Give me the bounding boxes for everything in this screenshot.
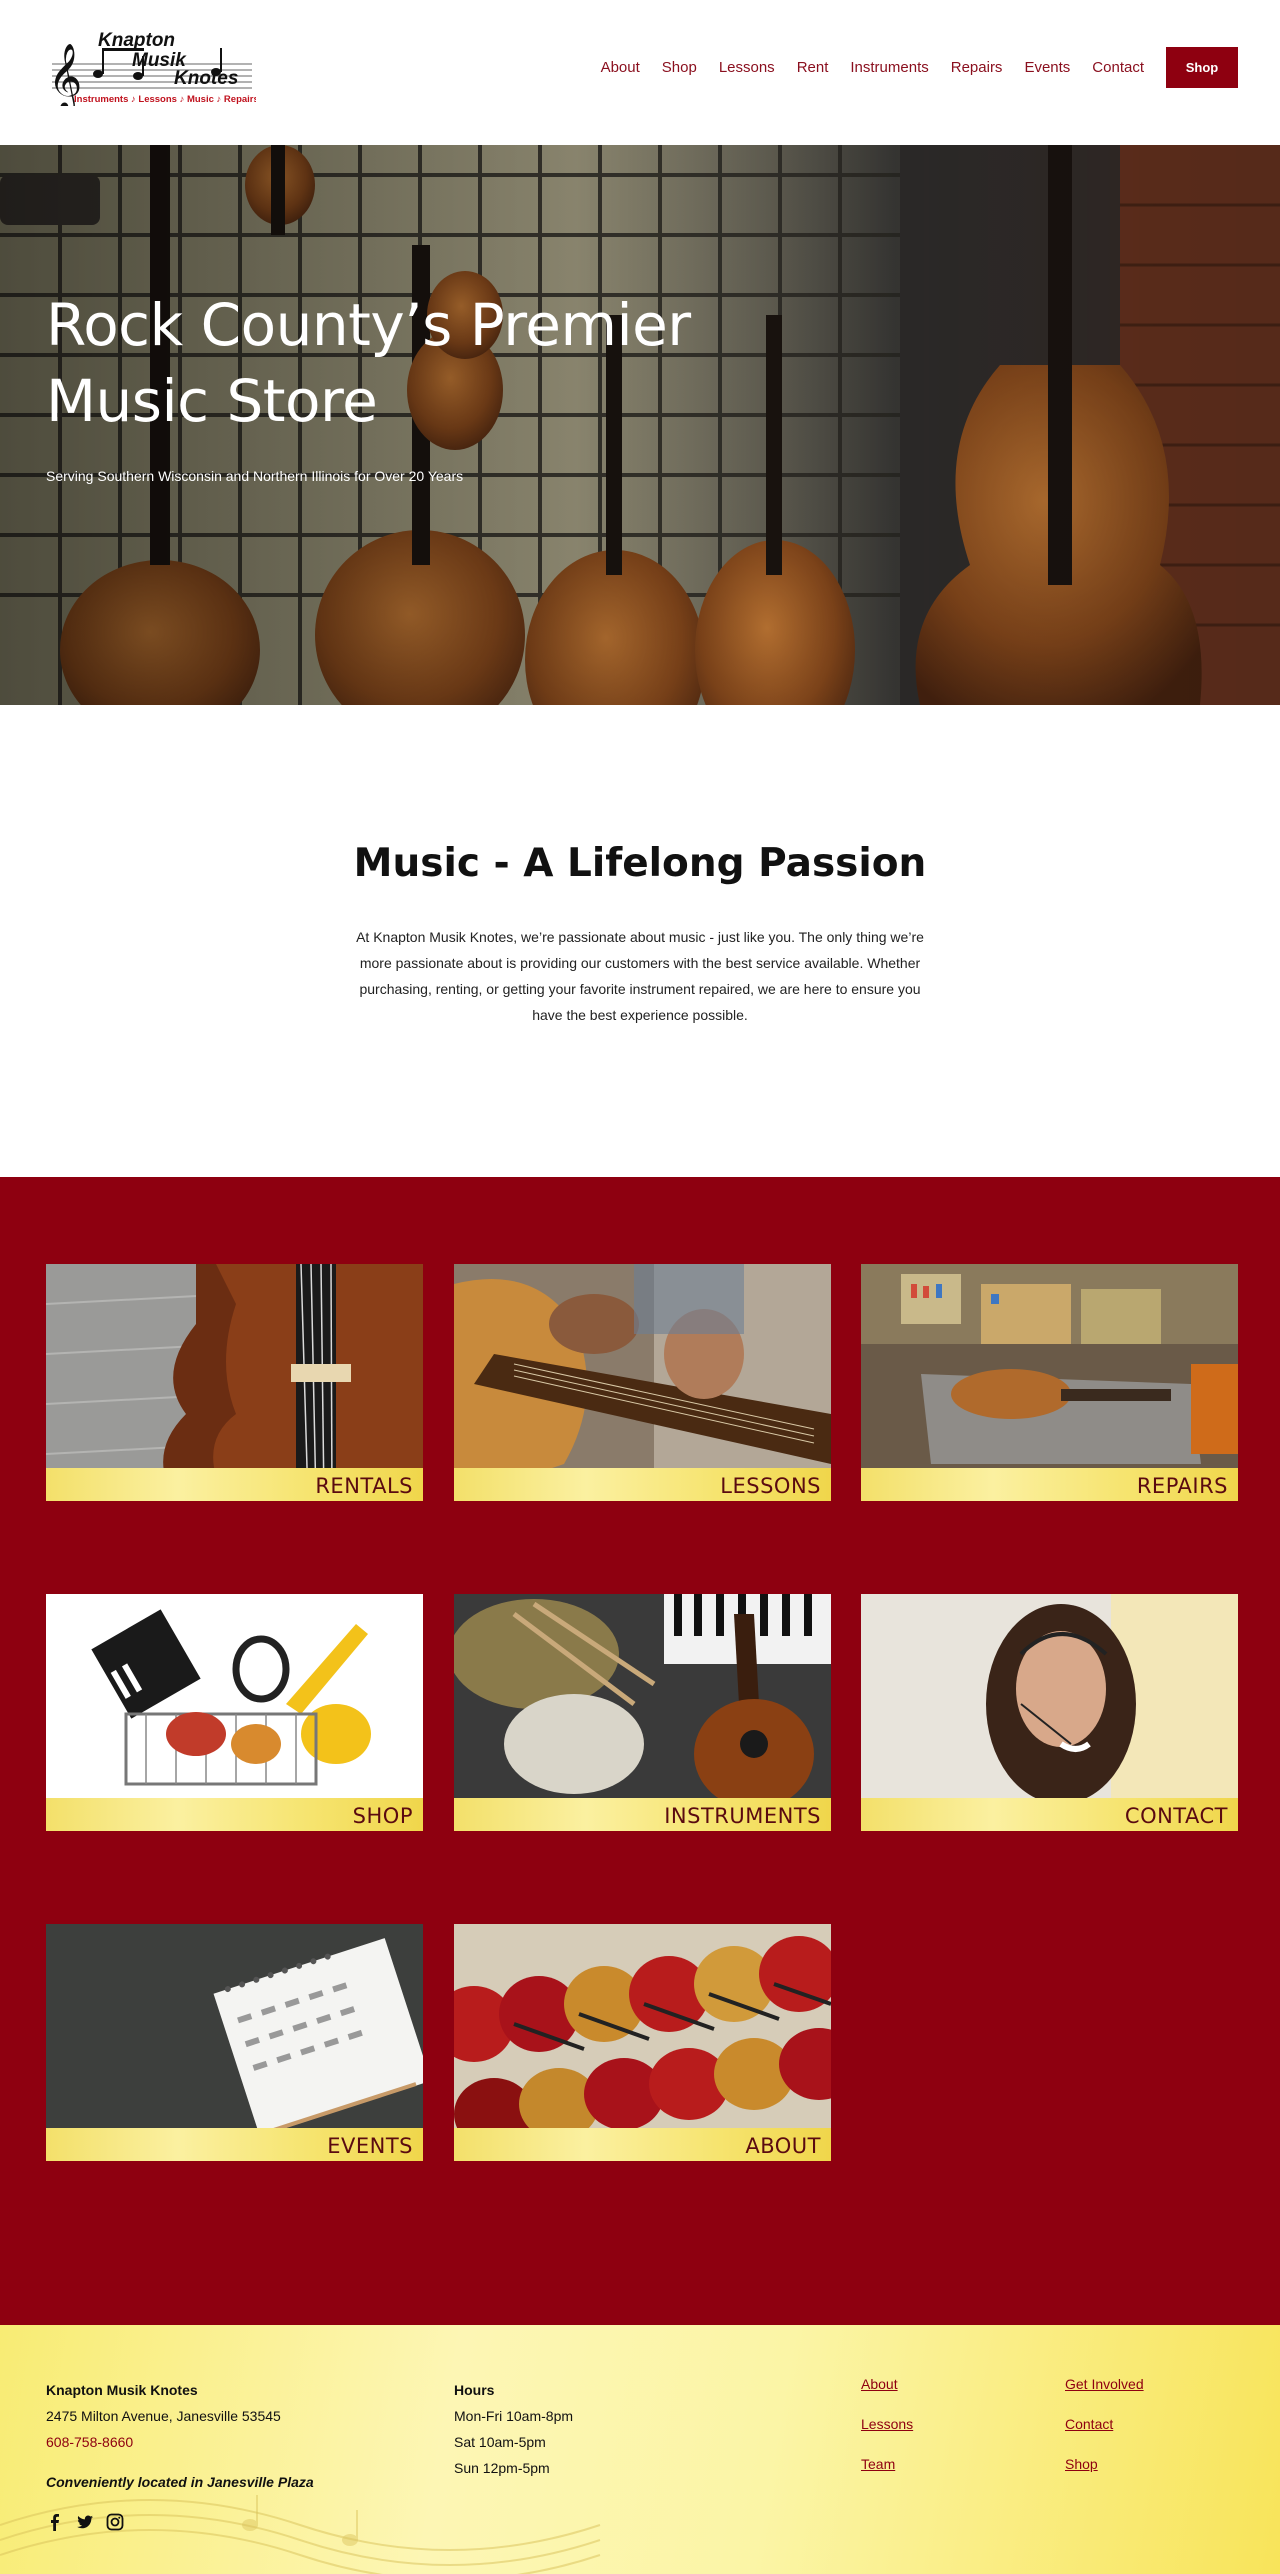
footer-address: 2475 Milton Avenue, Janesville 53545 [46,2408,281,2424]
twitter-icon[interactable] [76,2513,94,2531]
tile-label-lessons: LESSONS [720,1474,821,1498]
tile-events[interactable]: EVENTS [46,1924,423,2161]
footer-link-lessons[interactable]: Lessons [861,2411,913,2437]
svg-text:Knotes: Knotes [174,68,238,89]
social-links [46,2513,124,2531]
footer-hours: Hours Mon-Fri 10am-8pm Sat 10am-5pm Sun … [454,2377,573,2481]
hero-subtitle: Serving Southern Wisconsin and Northern … [46,468,464,484]
tile-label-about: ABOUT [745,2134,821,2158]
footer-hours-saturday: Sat 10am-5pm [454,2434,546,2450]
svg-text:Instruments ♪ Lessons ♪ Music: Instruments ♪ Lessons ♪ Music ♪ Repairs [74,94,256,105]
nav-instruments[interactable]: Instruments [850,59,928,76]
footer-links-2: Get Involved Contact Shop [1065,2371,1144,2491]
tile-label-shop: SHOP [352,1804,413,1828]
site-footer: Knapton Musik Knotes 2475 Milton Avenue,… [0,2325,1280,2574]
hero-banner: Rock County’s Premier Music Store Servin… [0,145,1280,705]
nav-repairs[interactable]: Repairs [951,59,1003,76]
tile-label-events: EVENTS [327,2134,413,2158]
repair-workshop-image [861,1264,1238,1501]
footer-hours-title: Hours [454,2382,495,2398]
hero-title: Rock County’s Premier Music Store [46,291,691,435]
footer-business-name: Knapton Musik Knotes [46,2382,198,2398]
footer-phone[interactable]: 608-758-8660 [46,2429,314,2455]
violin-closeup-image [46,1264,423,1501]
tile-label-repairs: REPAIRS [1136,1474,1228,1498]
category-tiles: RENTALS LESSONS REPAIRS SHOP INSTRUMENTS… [0,1177,1280,2325]
tile-rentals[interactable]: RENTALS [46,1264,423,1501]
support-agent-image [861,1594,1238,1831]
nav-lessons[interactable]: Lessons [719,59,775,76]
footer-link-about[interactable]: About [861,2371,913,2397]
tile-label-rentals: RENTALS [315,1474,413,1498]
intro-title: Music - A Lifelong Passion [353,841,927,886]
facebook-icon[interactable] [46,2513,64,2531]
footer-location-note: Conveniently located in Janesville Plaza [46,2474,314,2490]
footer-link-contact[interactable]: Contact [1065,2411,1144,2437]
footer-links-1: About Lessons Team [861,2371,913,2491]
site-logo[interactable]: 𝄞 Knapton Musik Knotes Instruments ♪ Les… [46,26,259,113]
nav-events[interactable]: Events [1024,59,1070,76]
shopping-cart-instruments-image [46,1594,423,1831]
tile-lessons[interactable]: LESSONS [454,1264,831,1501]
footer-link-get-involved[interactable]: Get Involved [1065,2371,1144,2397]
tile-instruments[interactable]: INSTRUMENTS [454,1594,831,1831]
nav-about[interactable]: About [601,59,640,76]
instagram-icon[interactable] [106,2513,124,2531]
guitar-hands-image [454,1264,831,1501]
svg-text:Knapton: Knapton [98,30,175,51]
footer-hours-weekday: Mon-Fri 10am-8pm [454,2408,574,2424]
footer-contact: Knapton Musik Knotes 2475 Milton Avenue,… [46,2377,314,2495]
tile-repairs[interactable]: REPAIRS [861,1264,1238,1501]
tile-about[interactable]: ABOUT [454,1924,831,2161]
footer-link-shop[interactable]: Shop [1065,2451,1144,2477]
footer-link-team[interactable]: Team [861,2451,913,2477]
site-header: 𝄞 Knapton Musik Knotes Instruments ♪ Les… [0,0,1280,145]
tile-label-contact: CONTACT [1124,1804,1228,1828]
intro-text: At Knapton Musik Knotes, we’re passionat… [356,929,924,1023]
guitar-wall-image [454,1924,831,2161]
nav-rent[interactable]: Rent [797,59,829,76]
instruments-collection-image [454,1594,831,1831]
intro-section: Music - A Lifelong Passion At Knapton Mu… [0,705,1280,1177]
nav-contact[interactable]: Contact [1092,59,1144,76]
nav-shop[interactable]: Shop [662,59,697,76]
footer-hours-sunday: Sun 12pm-5pm [454,2460,550,2476]
nav-list: About Shop Lessons Rent Instruments Repa… [579,59,1144,76]
tile-label-instruments: INSTRUMENTS [664,1804,821,1828]
tile-contact[interactable]: CONTACT [861,1594,1238,1831]
main-nav: About Shop Lessons Rent Instruments Repa… [579,0,1280,135]
shop-button[interactable]: Shop [1166,47,1238,88]
tile-shop[interactable]: SHOP [46,1594,423,1831]
calendar-image [46,1924,423,2161]
